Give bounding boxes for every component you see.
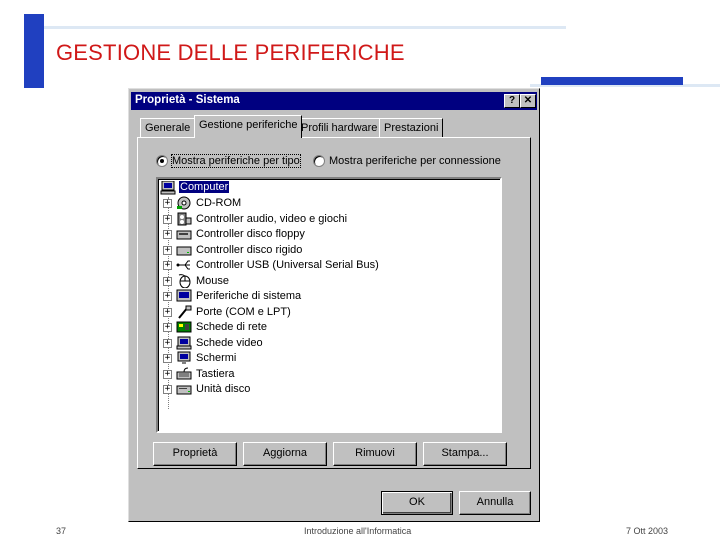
view-by-connection-radio[interactable] [313, 155, 325, 167]
keyboard-icon [176, 367, 192, 379]
tree-item-label: Unità disco [196, 383, 251, 395]
expand-icon[interactable]: + [163, 214, 172, 224]
system-properties-dialog: Proprietà - Sistema ? ✕ Generale Gestion… [128, 88, 540, 522]
slide-accent-line-top [44, 26, 566, 29]
tree-item-label: Controller disco floppy [196, 228, 305, 240]
expand-icon[interactable]: + [163, 292, 172, 301]
footer-course-title: Introduzione all'Informatica [304, 526, 412, 536]
cancel-button[interactable]: Annulla [459, 491, 531, 515]
tab-performance[interactable]: Prestazioni [379, 118, 444, 138]
footer-page-number: 37 [56, 526, 67, 536]
tree-item-label: Controller audio, video e giochi [196, 212, 348, 225]
network-card-icon [176, 321, 192, 333]
expand-icon[interactable]: + [163, 354, 172, 363]
slide-title: GESTIONE DELLE PERIFERICHE [56, 40, 405, 65]
tab-general[interactable]: Generale [140, 118, 196, 138]
monitor-icon [177, 351, 191, 364]
expand-icon[interactable]: + [163, 338, 172, 348]
help-icon: ? [508, 95, 516, 106]
tree-root-label: Computer [177, 180, 231, 194]
expand-icon[interactable]: + [163, 385, 172, 394]
view-by-type-label: Mostra periferiche per tipo [171, 154, 301, 168]
dialog-titlebar[interactable]: Proprietà - Sistema ? ✕ [131, 92, 537, 110]
audio-controller-icon [177, 212, 192, 225]
system-device-icon [176, 289, 192, 302]
display-adapter-icon [176, 336, 192, 349]
dialog-title: Proprietà - Sistema [135, 94, 240, 106]
view-by-type-radio[interactable] [156, 155, 168, 167]
disk-drive-icon [176, 385, 192, 395]
close-icon: ✕ [523, 95, 533, 106]
tree-item-label: Schede video [196, 336, 263, 349]
tree-item-label: Porte (COM e LPT) [196, 305, 291, 318]
slide-accent-bar-left [24, 14, 44, 88]
view-by-connection-label: Mostra periferiche per connessione [329, 155, 501, 167]
usb-icon [176, 260, 190, 270]
tree-item-label: Schermi [196, 352, 237, 364]
computer-icon [160, 181, 176, 195]
expand-icon[interactable]: + [163, 245, 172, 255]
mouse-icon [178, 273, 191, 288]
tab-device-manager[interactable]: Gestione periferiche [194, 115, 303, 138]
expand-icon[interactable]: + [163, 323, 172, 332]
footer-date: 7 Ott 2003 [626, 526, 669, 536]
tree-item-label: Schede di rete [196, 321, 267, 333]
refresh-button[interactable]: Aggiorna [243, 442, 327, 466]
cdrom-icon [177, 196, 191, 210]
tree-item-label: Tastiera [196, 367, 235, 380]
expand-icon[interactable]: + [163, 276, 172, 286]
device-tree[interactable]: Computer + CD-ROM + Controller audio, video… [156, 177, 502, 433]
expand-icon[interactable]: + [163, 369, 172, 379]
tree-item-label: CD-ROM [196, 197, 242, 209]
floppy-controller-icon [176, 230, 192, 240]
tree-item-label: Periferiche di sistema [196, 290, 302, 302]
hard-disk-controller-icon [176, 246, 192, 255]
expand-icon[interactable]: + [163, 230, 172, 239]
remove-button[interactable]: Rimuovi [333, 442, 417, 466]
tab-hardware-profiles[interactable]: Profili hardware [296, 118, 383, 138]
tree-item-label: Mouse [196, 274, 230, 287]
port-icon [178, 305, 192, 319]
help-button[interactable]: ? [504, 94, 520, 108]
expand-icon[interactable]: + [163, 261, 172, 270]
slide-accent-bar-right [541, 77, 683, 85]
expand-icon[interactable]: + [163, 199, 172, 208]
ok-button[interactable]: OK [381, 491, 453, 515]
close-button[interactable]: ✕ [520, 94, 536, 108]
tree-item-label: Controller disco rigido [196, 243, 303, 256]
print-button[interactable]: Stampa... [423, 442, 507, 466]
properties-button[interactable]: Proprietà [153, 442, 237, 466]
tree-item-label: Controller USB (Universal Serial Bus) [196, 259, 379, 271]
expand-icon[interactable]: + [163, 307, 172, 317]
